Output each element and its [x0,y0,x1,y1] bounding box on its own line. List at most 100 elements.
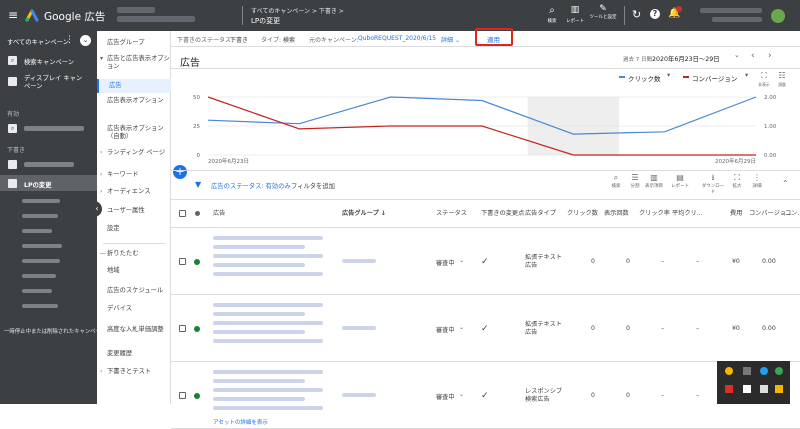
ad-text-blurred[interactable] [213,254,323,258]
avatar[interactable] [771,9,785,23]
help-icon[interactable]: ? [650,9,660,19]
origin-campaign-link[interactable]: QuboREQUEST_2020/6/15 [358,35,436,42]
ad-text-blurred[interactable] [213,379,305,383]
col-header-ad-type[interactable]: 広告タイプ [525,200,556,228]
subnav-item-10[interactable]: — 折りたたむ [97,250,171,258]
nav-item-draft-selected[interactable]: LPの変更 [0,175,97,191]
ad-text-blurred[interactable] [213,245,305,249]
next-period-icon[interactable]: › [768,51,772,61]
menu-icon[interactable]: ≡ [8,8,18,22]
adgroup-name-blurred-8[interactable] [22,304,58,308]
row-status-dropdown-icon[interactable]: ⌄ [459,257,464,264]
more-vert-icon[interactable]: ⋮ [65,35,74,45]
table-more[interactable]: ⋮ 詳細 [748,173,766,189]
table-columns[interactable]: ▥ 表示項目 [645,173,663,189]
tray-icon-5[interactable] [725,385,733,393]
row-checkbox[interactable] [179,325,186,332]
table-row[interactable]: 審査中⌄✓レスポンシブ 検索広告00––¥00.00アセットの詳細を表示 [171,362,800,429]
table-expand[interactable]: ⛶ 拡大 [728,173,746,189]
subnav-item-8[interactable]: ›ユーザー属性 [97,207,171,215]
previous-period-icon[interactable]: ‹ [751,51,755,61]
adgroup-name-blurred-7[interactable] [22,289,52,293]
subnav-item-4[interactable]: 広告表示オプション（自動） [97,125,171,141]
ad-text-blurred[interactable] [213,236,323,240]
col-header-clicks[interactable]: クリック数 [567,200,598,228]
nav-item-display-campaign[interactable]: ディスプレイ キャンペーン [0,73,97,95]
adgroup-link-blurred[interactable] [342,393,376,397]
add-filter-link[interactable]: フィルタを追加 [291,181,335,190]
tray-icon-7[interactable] [760,385,768,393]
topbar-reports[interactable]: ▥ レポート [565,5,585,24]
subnav-item-0[interactable]: 広告グループ [97,39,171,47]
subnav-item-6[interactable]: › キーワード [97,171,171,179]
subnav-item-5[interactable]: › ランディング ページ [97,149,171,157]
adgroup-name-blurred-6[interactable] [22,274,56,278]
tray-icon-1[interactable] [725,367,733,375]
ad-text-blurred[interactable] [213,339,323,343]
col-header-cost[interactable]: 費用 [730,200,742,228]
apply-button[interactable]: 適用 [487,34,500,44]
collapse-table-icon[interactable]: ⌃ [782,179,789,188]
table-row[interactable]: 審査中 ⌄ ✓ 拡張テキスト 広告 0 0 – – ¥0 0.00 [171,295,800,362]
tray-icon-2[interactable] [743,367,751,375]
view-asset-details-link[interactable]: アセットの詳細を表示 [213,418,268,426]
breadcrumb[interactable]: すべてのキャンペーン > 下書き > [251,6,344,15]
paused-removed-campaigns-link[interactable]: 一時停止中または削除されたキャンペーン [4,327,106,335]
nav-item-active-campaign[interactable]: ⌕ [0,121,97,136]
adgroup-link-blurred[interactable] [342,259,376,263]
subnav-item-3[interactable]: 広告表示オプション [97,97,171,105]
ad-text-blurred[interactable] [213,263,305,267]
ad-text-blurred[interactable] [213,312,305,316]
details-dropdown[interactable]: 詳細 ⌄ [441,35,460,44]
date-range-picker[interactable]: 2020年6月23日～29日 [652,54,720,63]
subnav-item-12[interactable]: 広告のスケジュール [97,287,171,295]
adgroup-name-blurred-3[interactable] [22,229,52,233]
table-download[interactable]: ⭳ ダウンロード [700,173,726,195]
ad-text-blurred[interactable] [213,406,323,410]
row-checkbox[interactable] [179,392,186,399]
refresh-icon[interactable]: ↻ [632,8,641,21]
select-all-checkbox[interactable] [179,210,186,217]
ad-text-blurred[interactable] [213,321,323,325]
ad-text-blurred[interactable] [213,272,323,276]
col-header-adgroup[interactable]: 広告グループ ↓ [342,200,386,228]
ad-text-blurred[interactable] [213,303,323,307]
nav-item-draft-parent[interactable] [0,157,97,171]
adgroup-name-blurred-1[interactable] [22,199,60,203]
ad-text-blurred[interactable] [213,330,305,334]
col-header-conv-rate[interactable]: コン... [785,200,800,228]
subnav-item-15[interactable]: 変更履歴 [97,350,171,358]
tray-icon-8[interactable] [775,385,783,393]
tray-icon-3[interactable] [760,367,768,375]
subnav-item-1[interactable]: ▾ 広告と広告表示オプション [97,55,171,71]
adgroup-name-blurred-5[interactable] [22,259,60,263]
subnav-item-13[interactable]: デバイス [97,305,171,313]
subnav-item-16[interactable]: › 下書きとテスト [97,368,171,376]
product-name[interactable]: Google 広告 [44,9,105,24]
col-header-draft-change[interactable]: 下書きの変更点 [481,200,524,228]
subnav-item-11[interactable]: 地域 [97,267,171,275]
ad-text-blurred[interactable] [213,370,323,374]
col-header-ad[interactable]: 広告 [213,200,225,228]
row-status-dropdown-icon[interactable]: ⌄ [459,324,464,331]
date-range-dropdown-icon[interactable]: ⌄ [734,51,740,59]
subnav-item-2[interactable]: 広告 [97,79,171,93]
metric2-selector[interactable]: コンバージョン ▾ [683,71,753,83]
ad-text-blurred[interactable] [213,397,305,401]
adgroup-link-blurred[interactable] [342,326,376,330]
table-segment[interactable]: ☰ 分割 [626,173,644,189]
col-header-status[interactable]: ステータス [436,200,467,228]
tray-icon-6[interactable] [743,385,751,393]
account-name-blurred[interactable] [117,7,155,13]
adgroup-name-blurred-2[interactable] [22,214,58,218]
topbar-search[interactable]: ⌕ 検索 [544,5,560,24]
table-row[interactable]: 審査中 ⌄ ✓ 拡張テキスト 広告 0 0 – – ¥0 0.00 [171,228,800,295]
row-checkbox[interactable] [179,258,186,265]
tray-icon-4[interactable] [775,367,783,375]
table-search[interactable]: ⌕ 検索 [607,173,625,189]
row-status-dropdown-icon[interactable]: ⌄ [459,391,464,398]
ad-status-filter-chip[interactable]: 広告のステータス: 有効のみ [211,181,291,190]
col-header-avg-cpc[interactable]: 平均クリ... [672,200,703,228]
ad-text-blurred[interactable] [213,388,323,392]
adgroup-name-blurred-4[interactable] [22,244,62,248]
